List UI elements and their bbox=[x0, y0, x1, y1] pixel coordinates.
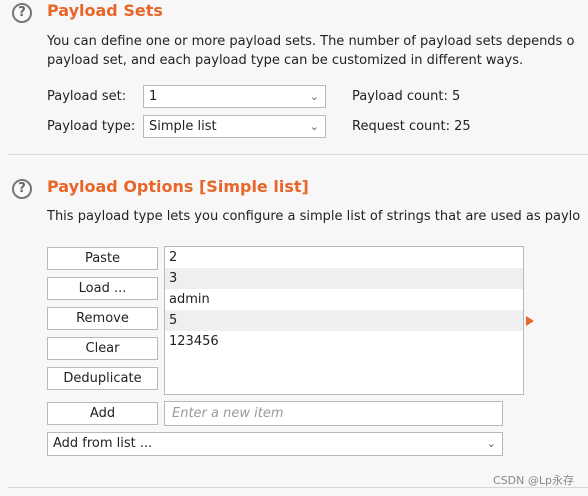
request-count: Request count: 25 bbox=[352, 119, 471, 134]
add-from-list-select[interactable]: Add from list ... ⌄ bbox=[47, 432, 503, 456]
payload-count: Payload count: 5 bbox=[352, 89, 461, 104]
new-item-input[interactable]: Enter a new item bbox=[164, 401, 503, 426]
payload-set-select[interactable]: 1 ⌄ bbox=[143, 85, 326, 108]
payload-sets-description-line2: payload set, and each payload type can b… bbox=[47, 53, 524, 68]
chevron-down-icon: ⌄ bbox=[309, 90, 319, 103]
section-divider bbox=[8, 154, 588, 155]
arrow-right-icon[interactable] bbox=[526, 316, 534, 326]
paste-button[interactable]: Paste bbox=[47, 247, 158, 270]
clear-button[interactable]: Clear bbox=[47, 337, 158, 360]
payload-type-select[interactable]: Simple list ⌄ bbox=[143, 115, 326, 138]
load-button[interactable]: Load ... bbox=[47, 277, 158, 300]
help-icon[interactable]: ? bbox=[12, 3, 32, 23]
payload-type-label: Payload type: bbox=[47, 119, 136, 134]
section-divider bbox=[8, 487, 588, 488]
help-icon[interactable]: ? bbox=[12, 179, 32, 199]
list-item[interactable]: 2 bbox=[165, 247, 523, 268]
payload-options-description: This payload type lets you configure a s… bbox=[47, 209, 581, 224]
payload-type-value: Simple list bbox=[149, 119, 217, 134]
payload-set-label: Payload set: bbox=[47, 89, 127, 104]
add-from-list-value: Add from list ... bbox=[53, 436, 153, 451]
list-item[interactable]: admin bbox=[165, 289, 523, 310]
remove-button[interactable]: Remove bbox=[47, 307, 158, 330]
watermark: CSDN @Lp永存 bbox=[493, 474, 574, 487]
list-item[interactable]: 123456 bbox=[165, 331, 523, 352]
add-button[interactable]: Add bbox=[47, 402, 158, 425]
deduplicate-button[interactable]: Deduplicate bbox=[47, 367, 158, 390]
chevron-down-icon: ⌄ bbox=[486, 437, 496, 450]
payload-sets-description-line1: You can define one or more payload sets.… bbox=[47, 34, 575, 49]
chevron-down-icon: ⌄ bbox=[309, 120, 319, 133]
payload-set-value: 1 bbox=[149, 89, 158, 104]
section-title-payload-options: Payload Options [Simple list] bbox=[47, 177, 309, 196]
list-item[interactable]: 5 bbox=[165, 310, 523, 331]
list-item[interactable]: 3 bbox=[165, 268, 523, 289]
payload-list[interactable]: 2 3 admin 5 123456 bbox=[164, 246, 524, 395]
section-title-payload-sets: Payload Sets bbox=[47, 1, 163, 20]
